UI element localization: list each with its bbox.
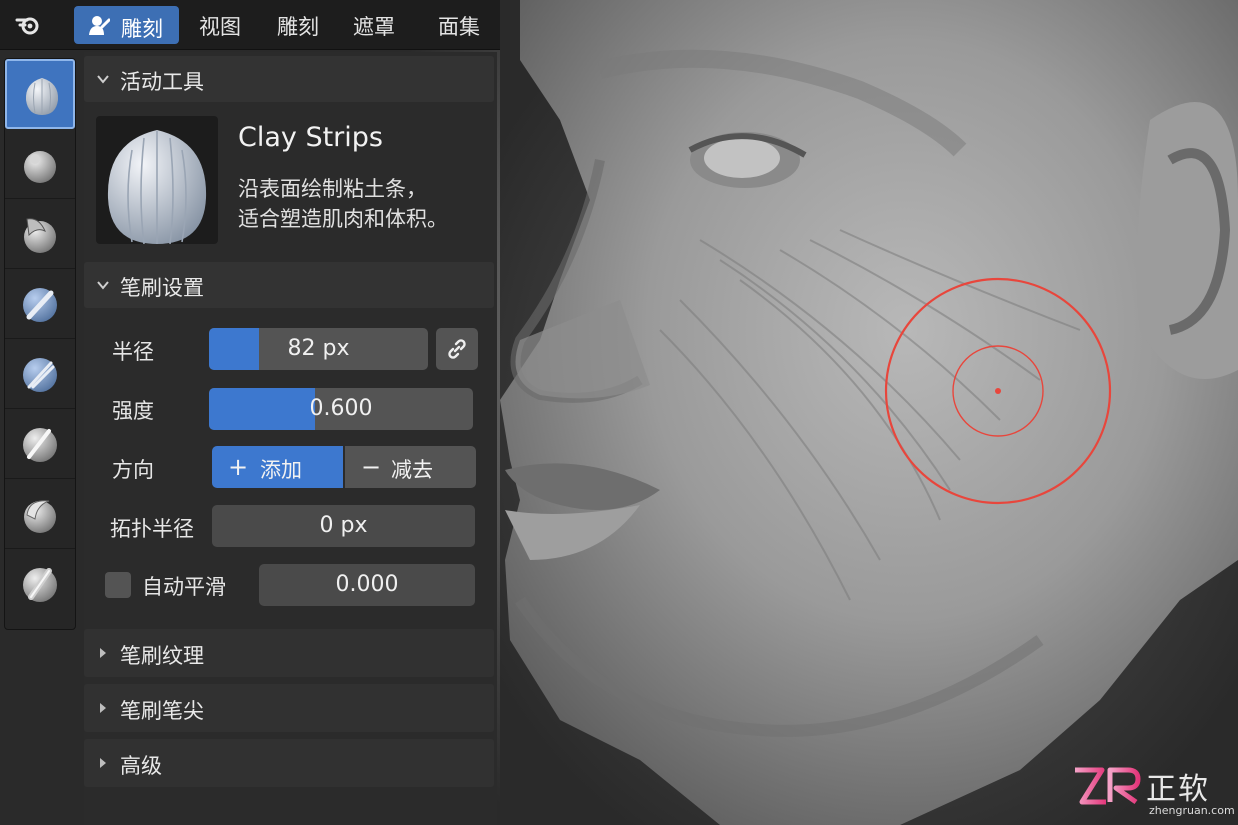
- direction-subtract-label: 减去: [391, 458, 433, 482]
- menu-face-sets[interactable]: 面集: [438, 11, 480, 41]
- topology-radius-label: 拓扑半径: [110, 517, 194, 541]
- auto-smooth-label: 自动平滑: [142, 575, 226, 599]
- section-advanced[interactable]: 高级: [84, 739, 494, 787]
- draw-brush-icon: [24, 151, 56, 183]
- tool-description-line: 沿表面绘制粘土条，: [238, 177, 427, 201]
- watermark-subtext: zhengruan.com: [1149, 804, 1235, 817]
- tool-scrape[interactable]: [5, 409, 75, 479]
- link-icon: [448, 339, 466, 359]
- watermark-text: 正软: [1146, 772, 1210, 807]
- minus-icon: −: [361, 453, 382, 481]
- direction-add-label: 添加: [260, 458, 302, 482]
- section-brush-tip[interactable]: 笔刷笔尖: [84, 684, 494, 732]
- sculpt-mode-icon: [89, 16, 110, 35]
- direction-label: 方向: [112, 458, 154, 482]
- auto-smooth-value: 0.000: [335, 572, 399, 597]
- topology-radius-field[interactable]: 0 px: [212, 505, 475, 547]
- chevron-right-icon: [100, 758, 106, 768]
- radius-unit-toggle-button[interactable]: [436, 328, 478, 370]
- tool-smooth[interactable]: [5, 269, 75, 339]
- clay-strips-brush-icon: [25, 78, 59, 115]
- smooth-brush-icon: [23, 288, 57, 322]
- watermark: 正软 zhengruan.com: [1072, 762, 1235, 822]
- tool-column: [4, 58, 76, 630]
- menu-sculpt[interactable]: 雕刻: [277, 11, 319, 41]
- mode-label: 雕刻: [121, 17, 163, 41]
- tool-draw[interactable]: [5, 129, 75, 199]
- scrape-brush-icon: [23, 428, 57, 462]
- radius-value: 82 px: [287, 336, 350, 361]
- tool-properties-panel: 活动工具 Clay Strips 沿表面绘制粘土条， 适合塑造肌肉和体积。 笔刷…: [84, 52, 497, 825]
- chevron-right-icon: [100, 648, 106, 658]
- section-brush-texture[interactable]: 笔刷纹理: [84, 629, 494, 677]
- radius-slider[interactable]: 82 px: [209, 328, 428, 370]
- pinch-brush-icon: [23, 568, 57, 602]
- crease-brush-icon: [24, 218, 56, 253]
- tool-clay-strips[interactable]: [5, 59, 75, 129]
- strength-label: 强度: [112, 399, 154, 423]
- section-title: 笔刷设置: [120, 276, 204, 300]
- topology-radius-value: 0 px: [319, 513, 368, 538]
- strength-slider[interactable]: 0.600: [209, 388, 473, 430]
- mode-selector-button[interactable]: 雕刻: [74, 6, 179, 44]
- watermark-logo-icon: [1075, 767, 1141, 805]
- chevron-down-icon: [97, 75, 109, 84]
- flatten-brush-icon: [23, 358, 57, 392]
- auto-smooth-checkbox[interactable]: [105, 572, 131, 598]
- tool-pinch[interactable]: [5, 549, 75, 619]
- menu-view[interactable]: 视图: [199, 11, 241, 41]
- tool-description-line: 适合塑造肌肉和体积。: [238, 207, 448, 231]
- section-title: 笔刷笔尖: [120, 699, 204, 723]
- tool-crease[interactable]: [5, 199, 75, 269]
- section-title: 高级: [120, 754, 162, 778]
- tool-name: Clay Strips: [238, 122, 383, 153]
- section-brush-settings[interactable]: 笔刷设置: [84, 262, 494, 308]
- auto-smooth-field[interactable]: 0.000: [259, 564, 475, 606]
- direction-subtract-button[interactable]: − 减去: [345, 446, 476, 488]
- plus-icon: +: [228, 453, 249, 481]
- clay-strips-preview-icon: [107, 130, 207, 244]
- tool-flatten[interactable]: [5, 339, 75, 409]
- chevron-right-icon: [100, 703, 106, 713]
- section-title: 活动工具: [120, 70, 204, 94]
- chevron-down-icon: [97, 281, 109, 290]
- tool-preview-thumbnail: [96, 116, 218, 244]
- strength-value: 0.600: [309, 396, 373, 421]
- menu-mask[interactable]: 遮罩: [353, 11, 395, 41]
- direction-add-button[interactable]: + 添加: [212, 446, 343, 488]
- blender-logo-icon[interactable]: [14, 11, 42, 39]
- grab-brush-icon: [24, 500, 56, 533]
- section-active-tool[interactable]: 活动工具: [84, 56, 494, 102]
- section-title: 笔刷纹理: [120, 644, 204, 668]
- radius-label: 半径: [112, 340, 154, 364]
- header-bar: 雕刻 视图 雕刻 遮罩 面集: [0, 0, 500, 50]
- tool-grab[interactable]: [5, 479, 75, 549]
- tool-description: 沿表面绘制粘土条， 适合塑造肌肉和体积。: [238, 174, 488, 234]
